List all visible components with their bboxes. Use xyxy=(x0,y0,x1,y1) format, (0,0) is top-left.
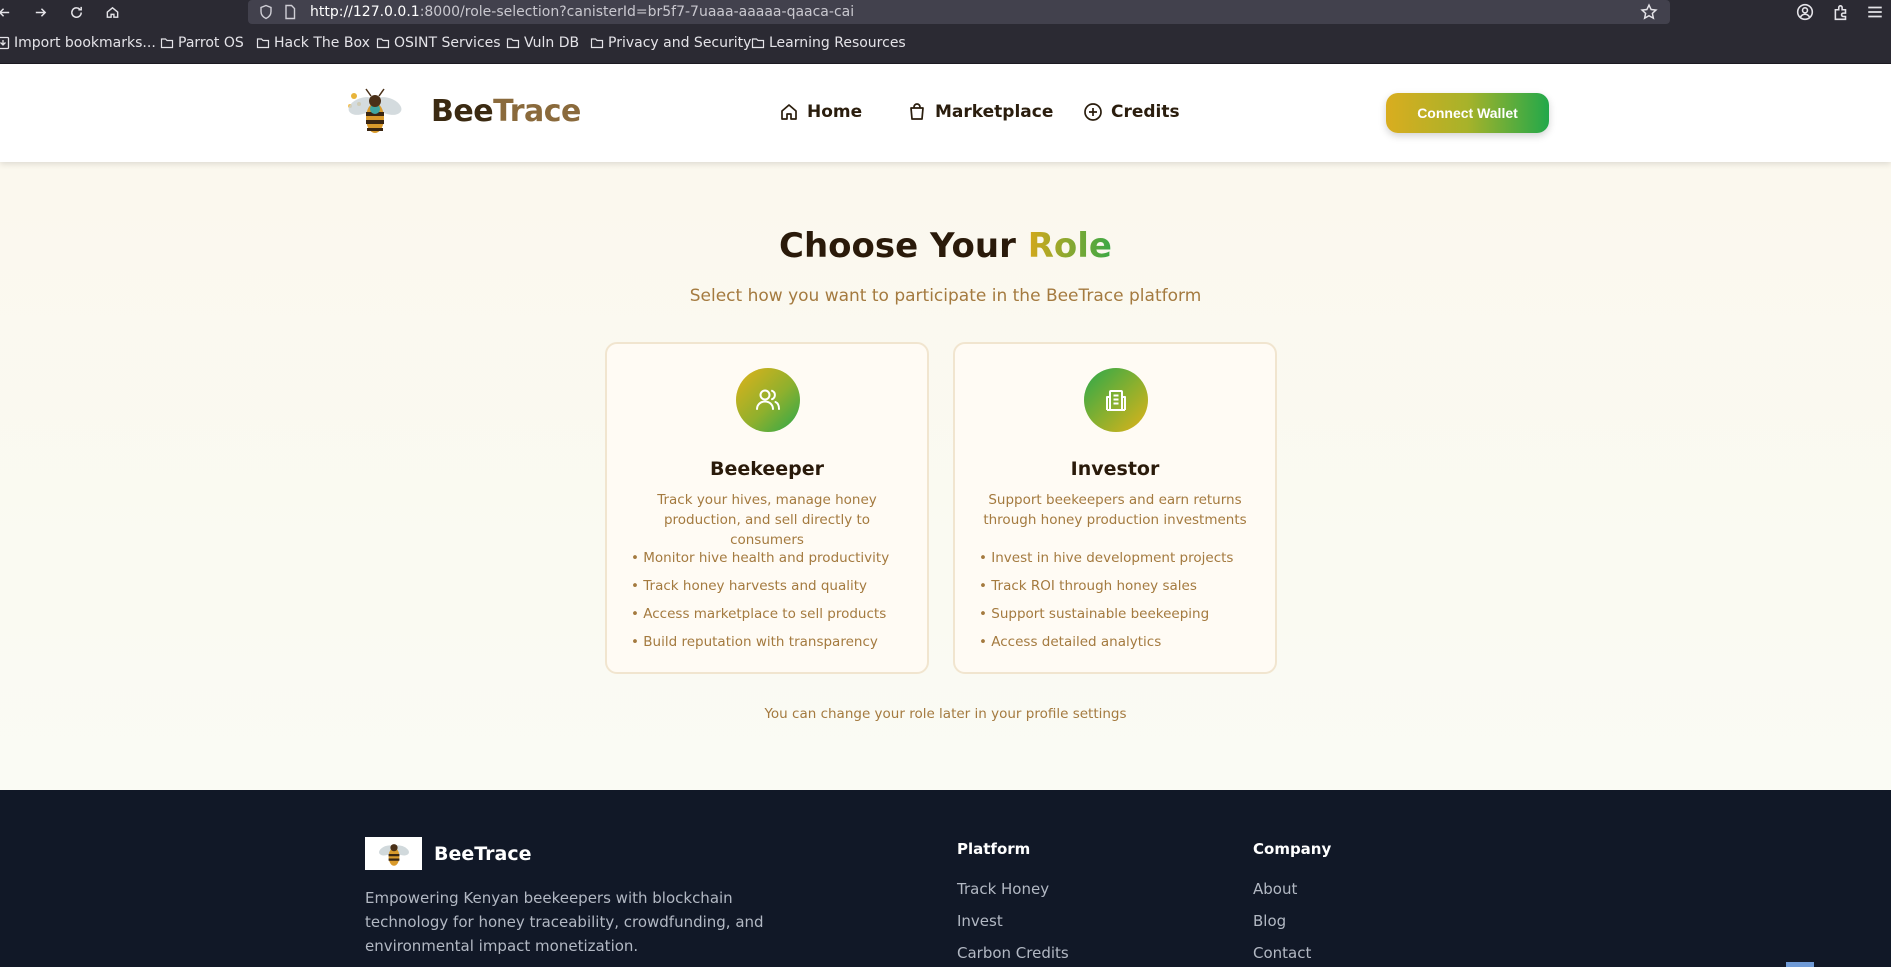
page-icon[interactable] xyxy=(282,4,298,20)
url-path: :8000/role-selection?canisterId=br5f7-7u… xyxy=(419,4,855,20)
bookmark-label: Privacy and Security xyxy=(608,35,752,51)
bookmark-label: OSINT Services xyxy=(394,35,501,51)
shopping-bag-icon xyxy=(910,103,924,120)
feature-text: Build reputation with transparency xyxy=(643,634,878,650)
nav-label: Marketplace xyxy=(935,102,1054,122)
nav-label: Credits xyxy=(1111,102,1180,122)
feature-item: • Invest in hive development projects xyxy=(979,550,1234,566)
bookmark-label: Import bookmarks... xyxy=(14,35,156,51)
bookmark-learning-resources[interactable]: Learning Resources xyxy=(751,35,906,51)
brand-name[interactable]: BeeTrace xyxy=(431,94,581,129)
folder-icon xyxy=(256,38,270,49)
bookmark-label: Vuln DB xyxy=(524,35,580,51)
folder-icon xyxy=(376,38,390,49)
brand-second: Trace xyxy=(493,94,581,129)
role-change-note: You can change your role later in your p… xyxy=(764,706,1127,722)
feature-item: • Support sustainable beekeeping xyxy=(979,606,1210,622)
feature-text: Access marketplace to sell products xyxy=(643,606,887,622)
extensions-icon[interactable] xyxy=(1832,3,1850,21)
bookmark-star-icon[interactable] xyxy=(1640,3,1658,21)
building-icon xyxy=(1084,368,1148,432)
role-description: Track your hives, manage honey productio… xyxy=(657,492,877,548)
footer-link-carbon-credits[interactable]: Carbon Credits xyxy=(957,944,1069,962)
users-icon xyxy=(736,368,800,432)
title-first: Choose Your xyxy=(779,226,1016,266)
folder-icon xyxy=(160,38,174,49)
url-text[interactable]: http://127.0.0.1:8000/role-selection?can… xyxy=(310,4,854,20)
nav-credits[interactable]: Credits xyxy=(1083,102,1180,122)
bookmark-label: Learning Resources xyxy=(769,35,906,51)
home-icon xyxy=(781,104,797,120)
feature-text: Monitor hive health and productivity xyxy=(643,550,890,566)
site-header: BeeTrace Home Marketplace Credits Connec… xyxy=(0,64,1891,162)
footer-heading-company: Company xyxy=(1253,840,1332,858)
import-icon xyxy=(0,36,10,50)
bookmark-parrot-os[interactable]: Parrot OS xyxy=(160,35,244,51)
feature-item: • Track ROI through honey sales xyxy=(979,578,1197,594)
bookmark-label: Hack The Box xyxy=(274,35,370,51)
footer-description: Empowering Kenyan beekeepers with blockc… xyxy=(365,889,764,955)
footer-heading-platform: Platform xyxy=(957,840,1031,858)
footer-link-about[interactable]: About xyxy=(1253,880,1297,898)
nav-marketplace[interactable]: Marketplace xyxy=(907,102,1053,122)
reload-icon[interactable] xyxy=(66,2,86,22)
feature-item: • Access detailed analytics xyxy=(979,634,1162,650)
feature-text: Support sustainable beekeeping xyxy=(991,606,1210,622)
role-card-investor[interactable]: Investor Support beekeepers and earn ret… xyxy=(953,342,1277,674)
url-bar[interactable]: http://127.0.0.1:8000/role-selection?can… xyxy=(248,0,1670,24)
folder-icon xyxy=(590,38,604,49)
page-subtitle: Select how you want to participate in th… xyxy=(689,286,1202,306)
bookmarks-bar: Import bookmarks... Parrot OS Hack The B… xyxy=(0,24,1891,64)
footer-link-invest[interactable]: Invest xyxy=(957,912,1003,930)
role-title: Beekeeper xyxy=(709,458,824,480)
nav-home[interactable]: Home xyxy=(779,102,862,122)
footer-logo[interactable] xyxy=(365,837,422,870)
feature-text: Access detailed analytics xyxy=(991,634,1162,650)
brand-first: Bee xyxy=(431,94,494,129)
folder-icon xyxy=(506,38,520,49)
connect-wallet-button[interactable]: Connect Wallet xyxy=(1386,93,1549,133)
browser-toolbar: http://127.0.0.1:8000/role-selection?can… xyxy=(0,0,1891,24)
plus-circle-icon xyxy=(1084,103,1102,121)
bee-logo[interactable] xyxy=(344,84,406,140)
url-host: http://127.0.0.1 xyxy=(310,4,420,20)
feature-item: • Track honey harvests and quality xyxy=(631,578,868,594)
bookmark-privacy-security[interactable]: Privacy and Security xyxy=(590,35,751,51)
feature-item: • Build reputation with transparency xyxy=(631,634,878,650)
feature-text: Track honey harvests and quality xyxy=(643,578,868,594)
menu-icon[interactable] xyxy=(1866,3,1884,21)
bookmark-import[interactable]: Import bookmarks... xyxy=(0,35,156,51)
bee-logo-small xyxy=(378,843,409,866)
folder-icon xyxy=(751,38,765,49)
home-browser-icon[interactable] xyxy=(102,2,122,22)
feature-text: Track ROI through honey sales xyxy=(991,578,1197,594)
page-title: Choose Your Role xyxy=(0,226,1891,266)
corner-widget[interactable] xyxy=(1786,962,1814,967)
bookmark-osint-services[interactable]: OSINT Services xyxy=(376,35,501,51)
site-footer: BeeTrace Empowering Kenyan beekeepers wi… xyxy=(0,790,1891,967)
role-features: • Invest in hive development projects • … xyxy=(979,544,1269,656)
role-features: • Monitor hive health and productivity •… xyxy=(631,544,921,656)
feature-item: • Access marketplace to sell products xyxy=(631,606,887,622)
role-card-beekeeper[interactable]: Beekeeper Track your hives, manage honey… xyxy=(605,342,929,674)
role-title: Investor xyxy=(1070,458,1160,480)
bookmark-vuln-db[interactable]: Vuln DB xyxy=(506,35,579,51)
shield-icon[interactable] xyxy=(258,4,274,20)
footer-link-contact[interactable]: Contact xyxy=(1253,944,1311,962)
nav-label: Home xyxy=(807,102,863,122)
footer-link-track-honey[interactable]: Track Honey xyxy=(957,880,1049,898)
back-icon[interactable] xyxy=(0,2,14,22)
feature-item: • Monitor hive health and productivity xyxy=(631,550,890,566)
feature-text: Invest in hive development projects xyxy=(991,550,1234,566)
role-description: Support beekeepers and earn returns thro… xyxy=(983,492,1247,528)
title-accent: Role xyxy=(1027,226,1112,266)
footer-brand: BeeTrace xyxy=(434,843,532,865)
forward-icon[interactable] xyxy=(30,2,50,22)
bookmark-hack-the-box[interactable]: Hack The Box xyxy=(256,35,370,51)
account-icon[interactable] xyxy=(1796,3,1814,21)
role-selection-section: Choose Your Role Select how you want to … xyxy=(0,162,1891,790)
bookmark-label: Parrot OS xyxy=(178,35,244,51)
footer-link-blog[interactable]: Blog xyxy=(1253,912,1286,930)
